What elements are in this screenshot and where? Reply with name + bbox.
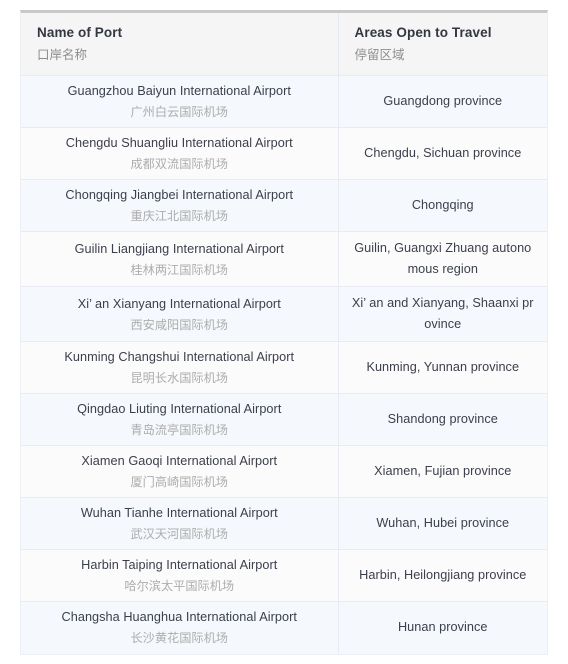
port-name-en: Chengdu Shuangliu International Airport (65, 136, 293, 150)
area-open-to-travel: Kunming, Yunnan province (366, 360, 520, 374)
port-name-en: Chongqing Jiangbei International Airport (65, 188, 294, 202)
port-name-cn: 重庆江北国际机场 (130, 209, 229, 223)
area-open-to-travel: Shandong province (387, 412, 498, 426)
table-row: Xi’ an Xianyang International Airport 西安… (21, 286, 547, 342)
table-row: Qingdao Liuting International Airport 青岛… (21, 393, 547, 446)
area-open-to-travel: Wuhan, Hubei province (376, 516, 510, 530)
column-header-name-of-port: Name of Port 口岸名称 (21, 13, 339, 76)
cell-port: Xiamen Gaoqi International Airport 厦门高崎国… (21, 445, 339, 498)
table-row: Harbin Taiping International Airport 哈尔滨… (21, 549, 547, 602)
table-body: Guangzhou Baiyun International Airport 广… (21, 75, 547, 654)
cell-area: Chongqing (338, 179, 547, 232)
area-open-to-travel: Xiamen, Fujian province (374, 464, 512, 478)
cell-port: Chongqing Jiangbei International Airport… (21, 179, 339, 232)
port-name-cn: 青岛流亭国际机场 (130, 423, 229, 437)
port-name-cn: 西安咸阳国际机场 (130, 317, 229, 332)
cell-area: Kunming, Yunnan province (338, 341, 547, 394)
port-name-en: Xi’ an Xianyang International Airport (77, 296, 281, 311)
area-open-to-travel: Harbin, Heilongjiang province (359, 568, 527, 582)
cell-port: Wuhan Tianhe International Airport 武汉天河国… (21, 497, 339, 550)
port-name-en: Kunming Changshui International Airport (64, 350, 295, 364)
area-open-to-travel: Chongqing (411, 198, 474, 212)
cell-area: Shandong province (338, 393, 547, 446)
port-name-cn: 长沙黄花国际机场 (130, 631, 229, 646)
ports-table: Name of Port 口岸名称 Areas Open to Travel 停… (21, 13, 547, 654)
area-open-to-travel: Guangdong province (383, 94, 503, 108)
column-header-areas-open-to-travel-en: Areas Open to Travel (354, 25, 492, 40)
column-header-areas-open-to-travel-cn: 停留区域 (354, 48, 405, 62)
port-name-cn: 桂林两江国际机场 (130, 262, 229, 277)
port-name-en: Changsha Huanghua International Airport (61, 610, 297, 625)
cell-area: Guangdong province (338, 75, 547, 128)
table-row: Chengdu Shuangliu International Airport … (21, 127, 547, 180)
cell-area: Harbin, Heilongjiang province (338, 549, 547, 602)
area-open-to-travel: Guilin, Guangxi Zhuang autono mous regio… (354, 241, 532, 276)
cell-port: Qingdao Liuting International Airport 青岛… (21, 393, 339, 446)
cell-port: Guangzhou Baiyun International Airport 广… (21, 75, 339, 128)
area-open-to-travel: Hunan province (397, 620, 488, 635)
table-row: Guilin Liangjiang International Airport … (21, 231, 547, 287)
port-name-en: Xiamen Gaoqi International Airport (81, 454, 278, 468)
cell-port: Guilin Liangjiang International Airport … (21, 231, 339, 287)
table-header: Name of Port 口岸名称 Areas Open to Travel 停… (21, 13, 547, 76)
area-open-to-travel: Chengdu, Sichuan province (364, 146, 522, 160)
table-row: Wuhan Tianhe International Airport 武汉天河国… (21, 497, 547, 550)
ports-table-container: Name of Port 口岸名称 Areas Open to Travel 停… (20, 10, 548, 655)
cell-port: Chengdu Shuangliu International Airport … (21, 127, 339, 180)
cell-port: Changsha Huanghua International Airport … (21, 601, 339, 654)
table-row: Changsha Huanghua International Airport … (21, 601, 547, 654)
cell-area: Xiamen, Fujian province (338, 445, 547, 498)
port-name-en: Harbin Taiping International Airport (81, 558, 278, 572)
column-header-name-of-port-en: Name of Port (37, 25, 123, 40)
port-name-en: Guangzhou Baiyun International Airport (67, 84, 291, 98)
column-header-name-of-port-cn: 口岸名称 (37, 48, 88, 62)
cell-area: Xi’ an and Xianyang, Shaanxi pr ovince (338, 286, 547, 342)
cell-port: Harbin Taiping International Airport 哈尔滨… (21, 549, 339, 602)
port-name-cn: 武汉天河国际机场 (130, 527, 229, 541)
port-name-cn: 成都双流国际机场 (130, 157, 229, 171)
table-row: Guangzhou Baiyun International Airport 广… (21, 75, 547, 128)
column-header-areas-open-to-travel: Areas Open to Travel 停留区域 (338, 13, 547, 76)
cell-area: Wuhan, Hubei province (338, 497, 547, 550)
port-name-en: Wuhan Tianhe International Airport (80, 506, 278, 520)
port-name-en: Guilin Liangjiang International Airport (74, 241, 284, 256)
port-name-cn: 厦门高崎国际机场 (130, 475, 229, 489)
port-name-en: Qingdao Liuting International Airport (77, 402, 282, 416)
cell-area: Chengdu, Sichuan province (338, 127, 547, 180)
table-row: Xiamen Gaoqi International Airport 厦门高崎国… (21, 445, 547, 498)
table-row: Kunming Changshui International Airport … (21, 341, 547, 394)
cell-port: Kunming Changshui International Airport … (21, 341, 339, 394)
cell-area: Hunan province (338, 601, 547, 654)
cell-port: Xi’ an Xianyang International Airport 西安… (21, 286, 339, 342)
table-row: Chongqing Jiangbei International Airport… (21, 179, 547, 232)
area-open-to-travel: Xi’ an and Xianyang, Shaanxi pr ovince (351, 296, 534, 331)
port-name-cn: 哈尔滨太平国际机场 (124, 579, 235, 593)
page-root: Name of Port 口岸名称 Areas Open to Travel 停… (0, 0, 568, 664)
cell-area: Guilin, Guangxi Zhuang autono mous regio… (338, 231, 547, 287)
table-header-row: Name of Port 口岸名称 Areas Open to Travel 停… (21, 13, 547, 76)
port-name-cn: 广州白云国际机场 (130, 105, 229, 119)
port-name-cn: 昆明长水国际机场 (130, 371, 229, 385)
